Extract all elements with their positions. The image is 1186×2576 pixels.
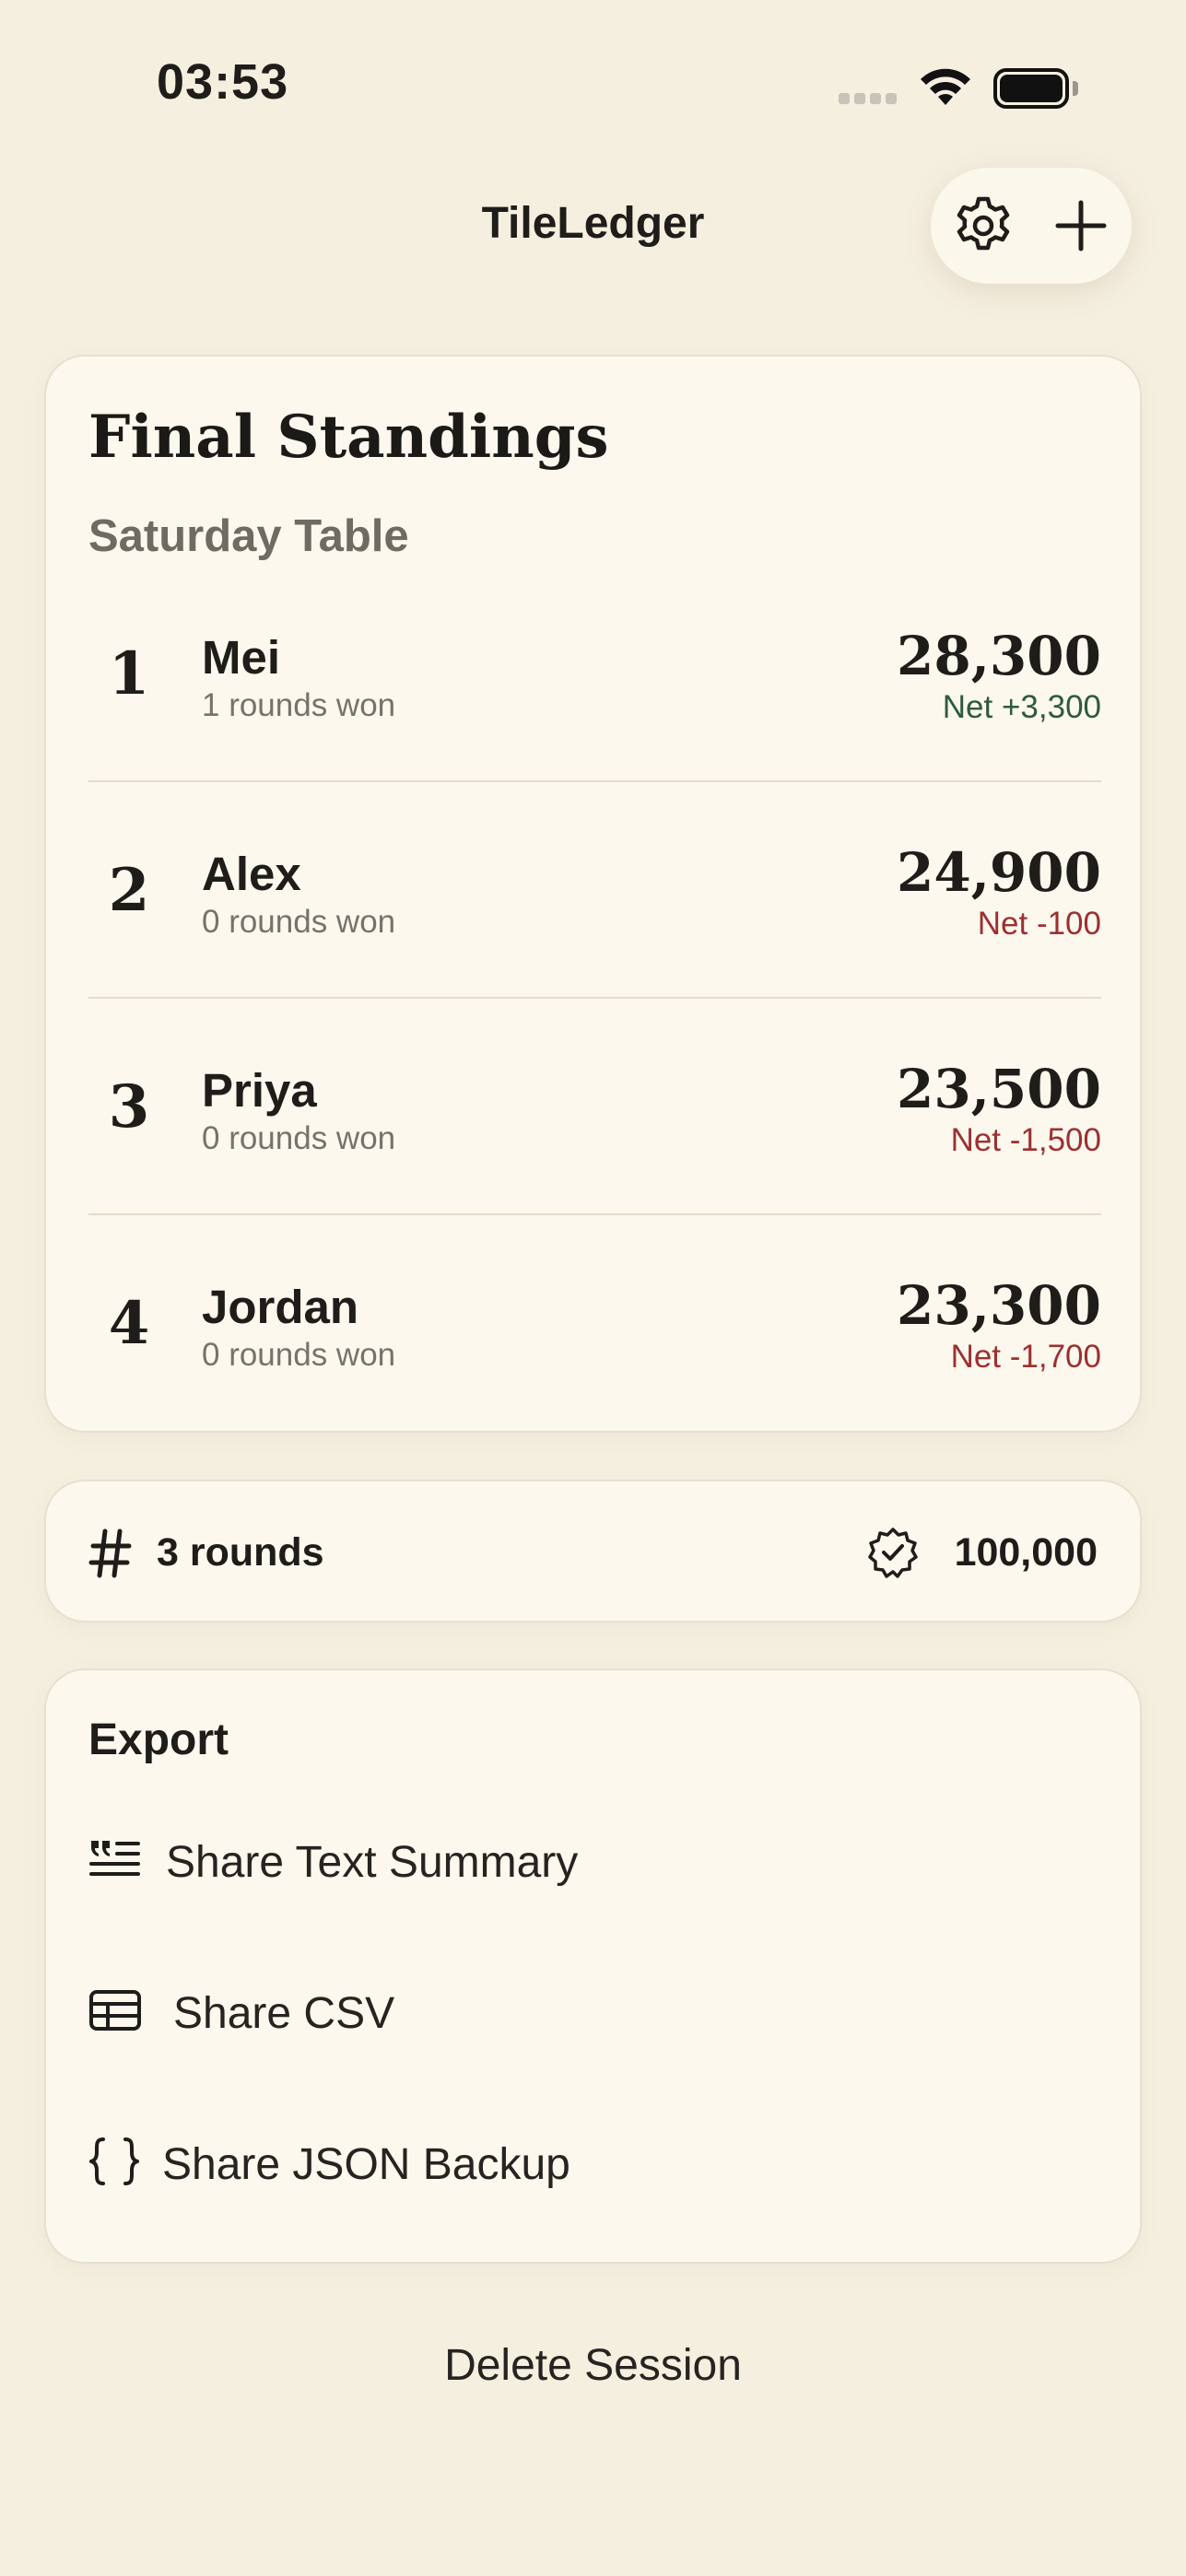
player-net: Net -100 [977,906,1101,942]
cellular-signal-icon [839,92,903,104]
player-name: Mei [202,631,281,684]
export-item-label: Share CSV [173,1989,395,2038]
session-name: Saturday Table [88,511,409,561]
share-csv-button[interactable]: Share CSV [88,1964,1101,2056]
player-row: 3 Priya 0 rounds won 23,500 Net -1,500 [88,999,1101,1215]
player-net: Net -1,500 [950,1122,1101,1158]
player-net: Net -1,700 [950,1339,1101,1375]
export-card: Export Share Text Summary Share CSV Shar… [44,1669,1142,2264]
player-rounds-won: 0 rounds won [202,1337,396,1373]
player-name: Alex [202,848,301,900]
export-item-label: Share JSON Backup [162,2140,570,2189]
player-score: 23,500 [897,1058,1101,1120]
player-row: 4 Jordan 0 rounds won 23,300 Net -1,700 [88,1215,1101,1432]
player-score: 23,300 [897,1274,1101,1337]
player-net: Net +3,300 [942,689,1101,725]
add-button[interactable] [1049,193,1113,258]
total-points: 100,000 [954,1530,1098,1575]
player-name: Priya [202,1064,317,1117]
player-rank: 3 [108,1072,150,1142]
braces-icon [89,2137,139,2185]
wifi-icon [921,68,970,105]
player-rounds-won: 0 rounds won [202,904,396,940]
delete-session-button[interactable]: Delete Session [0,2340,1186,2391]
share-json-backup-button[interactable]: Share JSON Backup [88,2115,1101,2207]
session-summary-card: 3 rounds 100,000 [44,1480,1142,1622]
text-summary-icon [89,1841,140,1876]
rounds-count: 3 rounds [157,1530,324,1575]
player-rounds-won: 0 rounds won [202,1120,396,1156]
plus-icon [1055,200,1107,252]
standings-card: Final Standings Saturday Table 1 Mei 1 r… [44,355,1142,1433]
checkmark-seal-icon [868,1528,918,1578]
settings-button[interactable] [951,193,1016,258]
export-item-label: Share Text Summary [166,1838,579,1887]
gear-icon [957,196,1010,251]
export-title: Export [88,1715,229,1764]
player-row: 1 Mei 1 rounds won 28,300 Net +3,300 [88,566,1101,782]
player-rank: 1 [108,639,150,708]
player-row: 2 Alex 0 rounds won 24,900 Net -100 [88,782,1101,999]
status-time: 03:53 [157,54,289,110]
player-rounds-won: 1 rounds won [202,687,396,723]
standings-title: Final Standings [88,403,609,472]
nav-actions-group [931,168,1132,284]
player-rank: 4 [108,1289,150,1358]
hash-icon [88,1528,132,1578]
battery-icon [993,68,1078,109]
table-icon [89,1990,141,2031]
player-name: Jordan [202,1281,359,1333]
status-bar: 03:53 [0,0,1186,175]
player-score: 24,900 [897,841,1101,904]
player-score: 28,300 [897,625,1101,687]
player-rank: 2 [108,856,150,925]
share-text-summary-button[interactable]: Share Text Summary [88,1813,1101,1905]
